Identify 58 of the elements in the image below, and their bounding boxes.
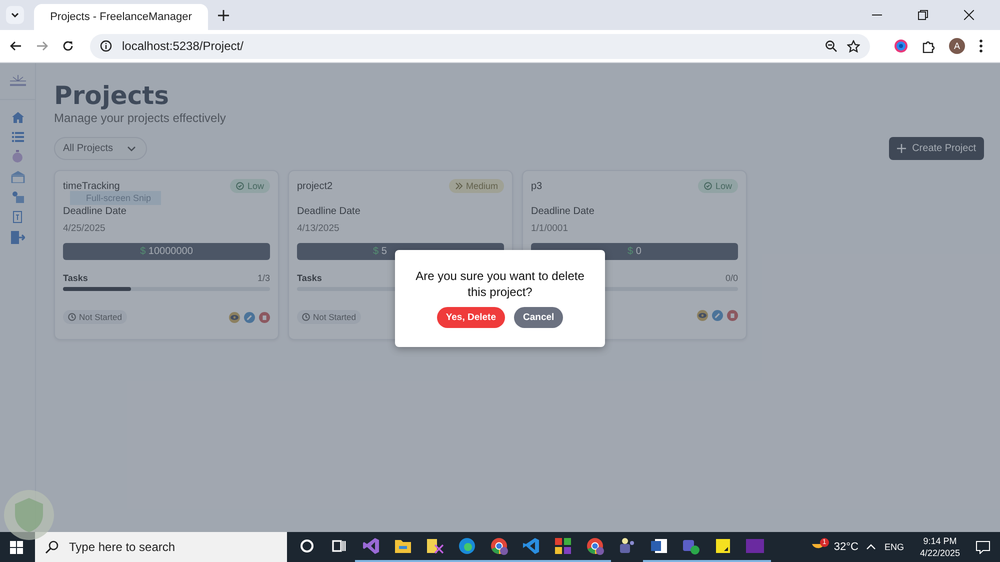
create-project-button[interactable]: Create Project [889, 137, 984, 160]
chevron-down-icon [127, 146, 136, 152]
tasks-count: 0/0 [725, 272, 738, 282]
tasks-label: Tasks [297, 272, 322, 282]
restore-icon[interactable] [918, 10, 928, 20]
zoom-out-icon[interactable] [825, 40, 837, 52]
new-tab-icon[interactable] [218, 10, 229, 20]
extension-icon[interactable] [894, 39, 908, 53]
chevron-up-icon[interactable] [866, 544, 876, 550]
priority-badge: Low [230, 179, 270, 193]
puzzle-icon[interactable] [922, 40, 935, 52]
taskbar-search-field[interactable]: Type here to search [35, 532, 287, 562]
priority-badge: Medium [448, 179, 504, 193]
reload-icon[interactable] [62, 40, 74, 52]
page-title: Projects [54, 81, 170, 111]
page-subtitle: Manage your projects effectively [54, 111, 227, 125]
forward-icon[interactable] [36, 40, 48, 52]
deadline-date: 1/1/0001 [531, 223, 569, 234]
clock-time[interactable]: 9:14 PM [923, 535, 957, 547]
tab-search-button[interactable] [6, 6, 24, 24]
back-icon[interactable] [10, 40, 22, 52]
shield-icon [2, 488, 56, 542]
status-badge: Not Started [297, 310, 361, 324]
temperature-text[interactable]: 32°C [834, 541, 858, 553]
info-icon [100, 40, 112, 52]
tasks-label: Tasks [63, 272, 88, 282]
deadline-label: Deadline Date [63, 206, 128, 217]
status-badge: Not Started [63, 310, 127, 324]
windows-start-icon[interactable] [10, 540, 23, 554]
deadline-label: Deadline Date [297, 206, 362, 217]
plus-icon [897, 144, 906, 153]
search-icon [45, 540, 59, 554]
notification-icon[interactable] [976, 540, 990, 554]
eye-icon[interactable] [229, 312, 240, 322]
tab-title: Projects - FreelanceManager [50, 11, 192, 23]
deadline-date: 4/25/2025 [63, 223, 106, 234]
project-name: p3 [531, 180, 542, 192]
menu-icon[interactable] [979, 39, 983, 53]
project-name: timeTracking [63, 180, 120, 192]
chevron-down-icon [10, 10, 20, 20]
browser-tab[interactable]: Projects - FreelanceManager [34, 4, 208, 30]
project-name: project2 [297, 180, 333, 192]
budget-bar: $ 10000000 [63, 243, 270, 260]
star-icon[interactable] [847, 40, 860, 52]
close-icon[interactable] [964, 10, 974, 20]
cancel-button[interactable]: Cancel [514, 307, 564, 328]
profile-avatar[interactable]: A [949, 38, 965, 54]
address-bar[interactable]: localhost:5238/Project/ [90, 34, 870, 58]
language-indicator[interactable]: ENG [884, 542, 904, 552]
eye-icon[interactable] [697, 310, 708, 321]
deadline-date: 4/13/2025 [297, 223, 340, 234]
clock-date[interactable]: 4/22/2025 [920, 547, 960, 559]
url-text: localhost:5238/Project/ [122, 39, 244, 53]
tasks-count: 1/3 [257, 272, 270, 282]
priority-badge: Low [698, 179, 738, 193]
confirm-message: Are you sure you want to delete this project? [414, 268, 586, 300]
deadline-label: Deadline Date [531, 206, 596, 217]
confirm-delete-button[interactable]: Yes, Delete [436, 307, 505, 328]
